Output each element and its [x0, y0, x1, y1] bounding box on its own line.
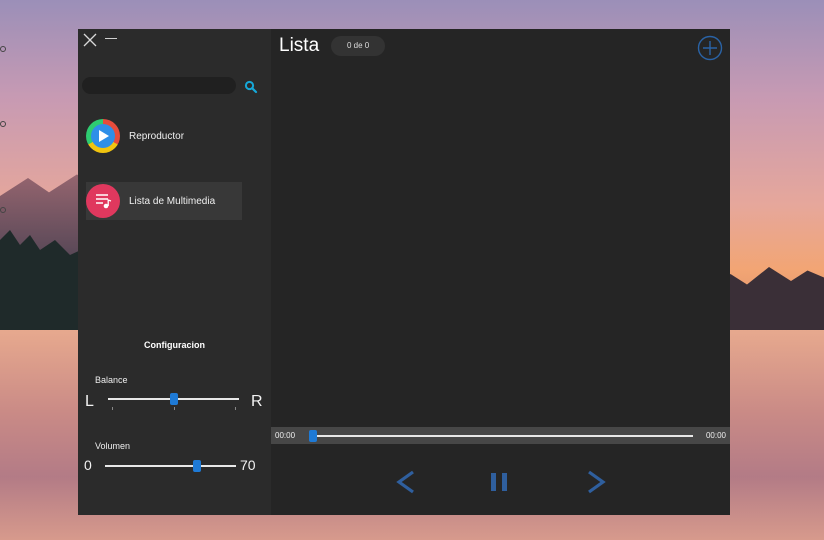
playlist-area [271, 69, 730, 424]
volume-label: Volumen [95, 441, 131, 451]
pause-button[interactable] [486, 467, 514, 497]
music-list-icon [86, 184, 120, 218]
desktop-icon[interactable] [0, 121, 6, 127]
desktop-icon[interactable] [0, 207, 6, 213]
balance-right-label: R [251, 393, 263, 410]
previous-button[interactable] [392, 467, 420, 497]
balance-label: Balance [95, 375, 128, 385]
play-circle-icon [86, 119, 120, 153]
page-title: Lista [279, 35, 320, 56]
next-button[interactable] [582, 467, 610, 497]
balance-tick [112, 407, 113, 410]
minimize-icon[interactable] [105, 38, 117, 39]
volume-track[interactable] [105, 465, 236, 467]
add-icon[interactable] [697, 35, 723, 61]
search-icon[interactable] [244, 80, 258, 94]
search-input[interactable] [82, 77, 236, 94]
nav-item-lista-multimedia[interactable]: Lista de Multimedia [86, 182, 242, 220]
count-badge: 0 de 0 [331, 36, 386, 56]
sidebar: Reproductor Lista de Multimedia Configur… [78, 29, 271, 515]
main-panel: Lista 0 de 0 00:00 00:00 [271, 29, 730, 515]
desktop-icon[interactable] [0, 46, 6, 52]
seek-track[interactable] [311, 435, 693, 437]
balance-tick [174, 407, 175, 410]
current-time: 00:00 [275, 431, 296, 440]
seek-bar: 00:00 00:00 [271, 427, 730, 444]
balance-left-label: L [85, 393, 94, 410]
close-icon[interactable] [83, 33, 97, 47]
balance-tick [235, 407, 236, 410]
volume-thumb[interactable] [192, 460, 201, 472]
config-title: Configuracion [144, 340, 205, 350]
nav-label-reproductor: Reproductor [129, 130, 185, 142]
nav-label-lista-multimedia: Lista de Multimedia [129, 195, 216, 207]
app-window: Reproductor Lista de Multimedia Configur… [78, 29, 730, 515]
volume-value-label: 70 [240, 457, 256, 473]
seek-thumb[interactable] [309, 430, 317, 442]
total-time: 00:00 [705, 431, 726, 440]
volume-min-label: 0 [84, 457, 92, 473]
balance-thumb[interactable] [169, 393, 178, 405]
nav-item-reproductor[interactable]: Reproductor [86, 117, 184, 155]
desktop-trees-right [714, 267, 824, 330]
